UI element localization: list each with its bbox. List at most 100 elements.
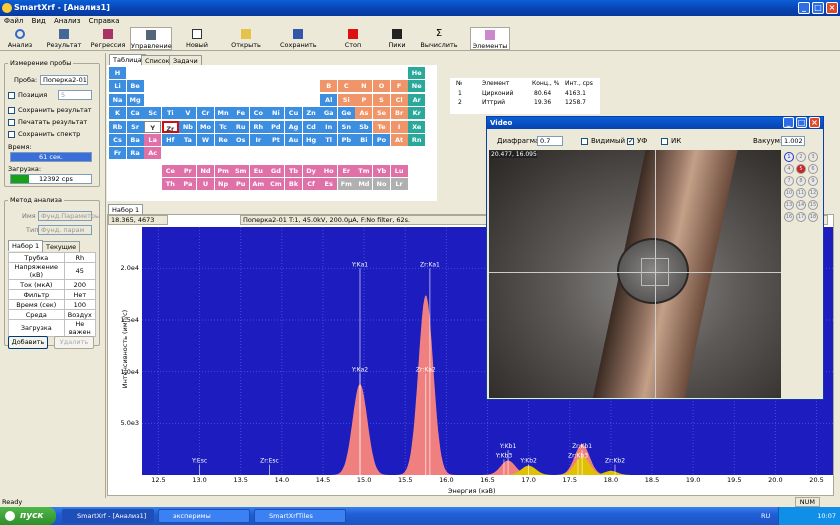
position-cell[interactable]: 2 bbox=[796, 152, 806, 162]
element-al[interactable]: Al bbox=[320, 93, 338, 106]
element-ne[interactable]: Ne bbox=[408, 80, 426, 93]
camera-view[interactable]: 20.477, 16.095 bbox=[489, 150, 781, 398]
element-c[interactable]: C bbox=[337, 80, 355, 93]
element-ho[interactable]: Ho bbox=[320, 164, 338, 177]
element-co[interactable]: Co bbox=[249, 107, 267, 120]
position-cell[interactable]: 3 bbox=[808, 152, 818, 162]
element-po[interactable]: Po bbox=[373, 134, 390, 146]
element-ge[interactable]: Ge bbox=[337, 107, 355, 120]
tab-set1[interactable]: Набор 1 bbox=[8, 240, 44, 251]
video-maximize-button[interactable]: □ bbox=[796, 117, 807, 128]
element-ar[interactable]: Ar bbox=[408, 93, 426, 106]
element-hf[interactable]: Hf bbox=[161, 134, 179, 146]
element-y[interactable]: Y bbox=[144, 120, 162, 133]
result-cell[interactable]: Цирконий bbox=[482, 90, 513, 97]
position-cell[interactable]: 5 bbox=[796, 164, 806, 174]
position-checkbox[interactable]: Позиция bbox=[8, 91, 47, 99]
element-pt[interactable]: Pt bbox=[267, 134, 285, 146]
element-cm[interactable]: Cm bbox=[267, 178, 285, 191]
result-cell[interactable]: 2 bbox=[458, 99, 462, 106]
element-tc[interactable]: Tc bbox=[214, 120, 232, 133]
element-ac[interactable]: Ac bbox=[144, 147, 162, 160]
element-hg[interactable]: Hg bbox=[302, 134, 320, 146]
ir-checkbox[interactable]: ИК bbox=[661, 137, 681, 145]
position-cell[interactable]: 12 bbox=[808, 188, 818, 198]
element-fm[interactable]: Fm bbox=[337, 178, 355, 191]
element-pd[interactable]: Pd bbox=[267, 120, 285, 133]
element-sb[interactable]: Sb bbox=[355, 120, 373, 133]
element-ca[interactable]: Ca bbox=[126, 107, 144, 120]
element-pa[interactable]: Pa bbox=[179, 178, 197, 191]
element-es[interactable]: Es bbox=[320, 178, 338, 191]
save-button[interactable]: Сохранить bbox=[280, 27, 317, 50]
menu-file[interactable]: Файл bbox=[4, 17, 23, 25]
element-p[interactable]: P bbox=[355, 93, 373, 106]
element-n[interactable]: N bbox=[355, 80, 373, 93]
element-se[interactable]: Se bbox=[373, 107, 390, 120]
open-button[interactable]: Открыть bbox=[228, 27, 264, 50]
print-result-checkbox[interactable]: Печатать результат bbox=[8, 118, 87, 126]
element-pr[interactable]: Pr bbox=[179, 164, 197, 177]
element-in[interactable]: In bbox=[320, 120, 338, 133]
element-cu[interactable]: Cu bbox=[285, 107, 302, 120]
element-re[interactable]: Re bbox=[214, 134, 232, 146]
position-cell[interactable]: 4 bbox=[784, 164, 794, 174]
element-os[interactable]: Os bbox=[232, 134, 250, 146]
element-zr[interactable]: Zr bbox=[161, 120, 179, 133]
control-button[interactable]: Управление bbox=[130, 27, 172, 50]
type-select[interactable]: Фунд. парам bbox=[38, 225, 92, 235]
element-fe[interactable]: Fe bbox=[232, 107, 250, 120]
element-w[interactable]: W bbox=[197, 134, 214, 146]
element-no[interactable]: No bbox=[373, 178, 390, 191]
element-au[interactable]: Au bbox=[285, 134, 302, 146]
menu-view[interactable]: Вид bbox=[32, 17, 46, 25]
maximize-button[interactable]: □ bbox=[812, 2, 824, 14]
position-cell[interactable]: 18 bbox=[808, 212, 818, 222]
peaks-button[interactable]: Пики bbox=[384, 27, 410, 50]
uv-checkbox[interactable]: ✓ УФ bbox=[627, 137, 647, 145]
delete-button[interactable]: Удалить bbox=[54, 336, 94, 349]
position-cell[interactable]: 14 bbox=[796, 200, 806, 210]
element-ru[interactable]: Ru bbox=[232, 120, 250, 133]
calculate-button[interactable]: Σ Вычислить bbox=[418, 27, 460, 50]
element-fr[interactable]: Fr bbox=[109, 147, 126, 160]
position-cell[interactable]: 13 bbox=[784, 200, 794, 210]
element-sm[interactable]: Sm bbox=[232, 164, 250, 177]
element-v[interactable]: V bbox=[179, 107, 197, 120]
element-ir[interactable]: Ir bbox=[249, 134, 267, 146]
element-mn[interactable]: Mn bbox=[214, 107, 232, 120]
element-zn[interactable]: Zn bbox=[302, 107, 320, 120]
start-button[interactable]: пуск bbox=[0, 507, 56, 525]
element-ti[interactable]: Ti bbox=[161, 107, 179, 120]
element-xe[interactable]: Xe bbox=[408, 120, 426, 133]
element-ta[interactable]: Ta bbox=[179, 134, 197, 146]
element-gd[interactable]: Gd bbox=[267, 164, 285, 177]
element-as[interactable]: As bbox=[355, 107, 373, 120]
element-la[interactable]: La bbox=[144, 134, 162, 146]
analysis-button[interactable]: Анализ bbox=[2, 27, 38, 50]
position-cell[interactable]: 15 bbox=[808, 200, 818, 210]
element-lr[interactable]: Lr bbox=[390, 178, 408, 191]
element-ni[interactable]: Ni bbox=[267, 107, 285, 120]
element-tb[interactable]: Tb bbox=[285, 164, 302, 177]
position-cell[interactable]: 11 bbox=[796, 188, 806, 198]
new-button[interactable]: Новый bbox=[182, 27, 212, 50]
visible-checkbox[interactable]: Видимый bbox=[581, 137, 625, 145]
element-nb[interactable]: Nb bbox=[179, 120, 197, 133]
element-cr[interactable]: Cr bbox=[197, 107, 214, 120]
position-cell[interactable]: 8 bbox=[796, 176, 806, 186]
task-folder-smartxrftiles[interactable]: SmartXrfTiles bbox=[254, 509, 346, 523]
element-er[interactable]: Er bbox=[337, 164, 355, 177]
element-pu[interactable]: Pu bbox=[232, 178, 250, 191]
element-cs[interactable]: Cs bbox=[109, 134, 126, 146]
element-br[interactable]: Br bbox=[390, 107, 408, 120]
save-result-checkbox[interactable]: Сохранить результат bbox=[8, 106, 92, 114]
element-o[interactable]: O bbox=[373, 80, 390, 93]
element-tl[interactable]: Tl bbox=[320, 134, 338, 146]
position-cell[interactable]: 7 bbox=[784, 176, 794, 186]
video-close-button[interactable]: × bbox=[809, 117, 820, 128]
element-h[interactable]: H bbox=[109, 67, 126, 79]
element-pb[interactable]: Pb bbox=[337, 134, 355, 146]
close-button[interactable]: × bbox=[826, 2, 838, 14]
menu-help[interactable]: Справка bbox=[89, 17, 120, 25]
